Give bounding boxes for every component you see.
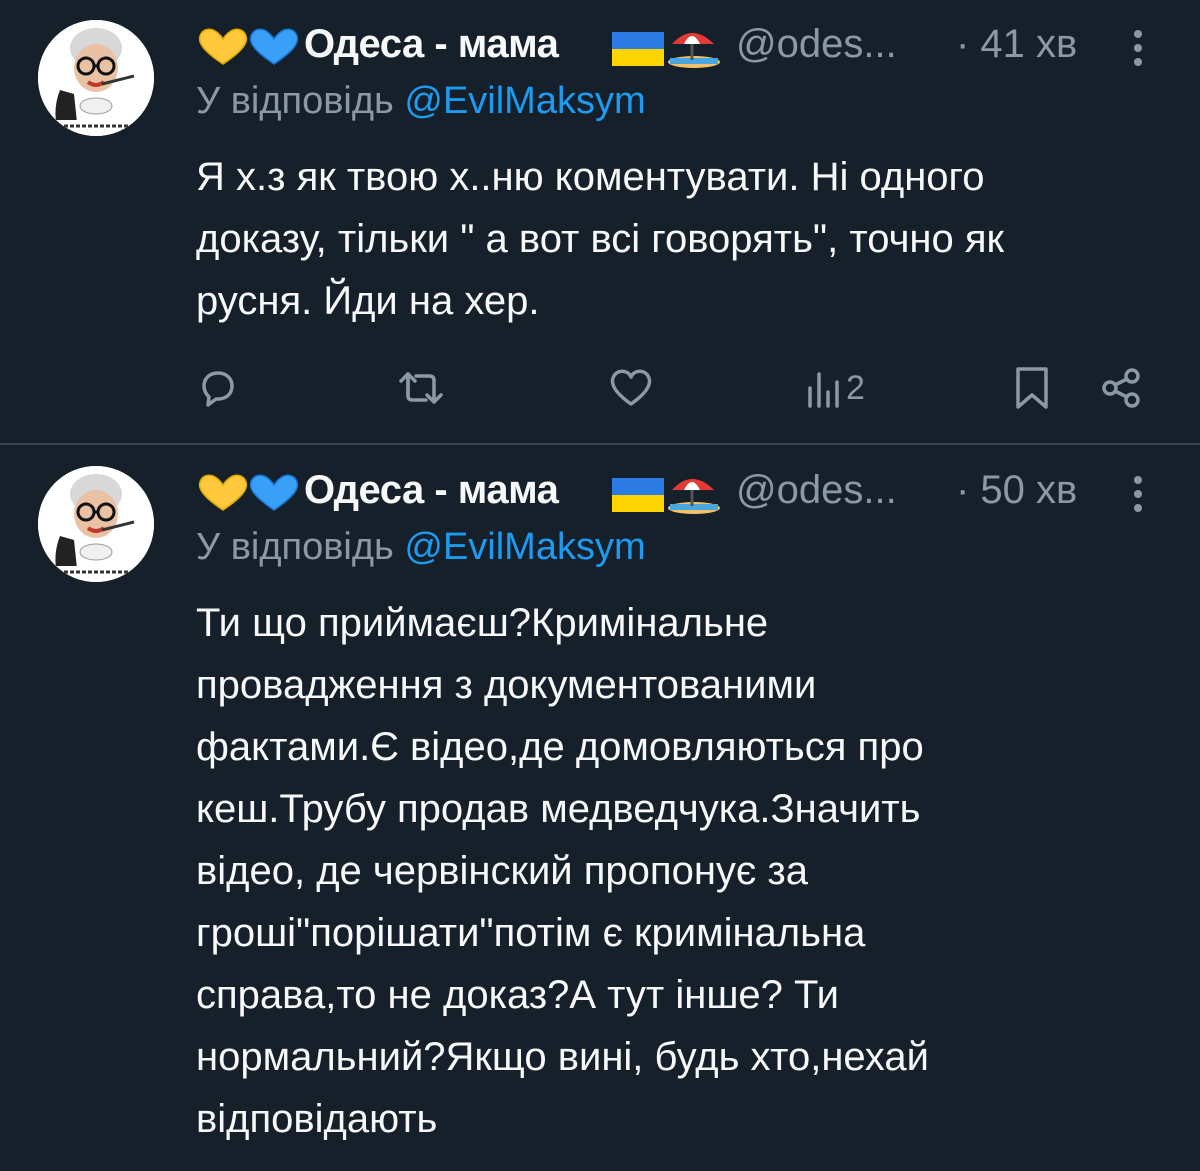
display-name[interactable]: Одеса - мама xyxy=(304,468,559,513)
yellow-heart-icon xyxy=(198,28,248,65)
blue-heart-icon xyxy=(249,28,299,65)
blue-heart-icon xyxy=(249,474,299,511)
tweet-header: Одеса - мама @odes... · 50 хв xyxy=(196,458,1142,522)
ukraine-flag-icon xyxy=(612,478,664,512)
reply-prefix: У відповідь xyxy=(196,80,405,122)
views-count: 2 xyxy=(846,368,865,407)
name-suffix-emoji xyxy=(612,478,720,514)
avatar[interactable] xyxy=(38,20,154,136)
tweet-divider xyxy=(0,443,1200,445)
reply-context: У відповідь @EvilMaksym xyxy=(196,80,646,123)
reply-mention-link[interactable]: @EvilMaksym xyxy=(404,526,645,568)
heart-icon xyxy=(610,369,652,406)
timestamp[interactable]: · 50 хв xyxy=(956,468,1077,513)
avatar[interactable] xyxy=(38,466,154,582)
reply-button[interactable] xyxy=(196,362,240,414)
hearts-emoji xyxy=(198,474,299,511)
name-suffix-emoji xyxy=(612,32,720,68)
avatar-lady-with-glasses-icon xyxy=(38,20,154,136)
tweet[interactable]: Одеса - мама @odes... · 41 хв У відповід… xyxy=(0,0,1200,444)
ukraine-flag-icon xyxy=(612,32,664,66)
yellow-heart-icon xyxy=(198,474,248,511)
views-button[interactable]: 2 xyxy=(806,362,865,414)
more-options-icon[interactable] xyxy=(1126,470,1150,518)
views-icon xyxy=(808,372,839,408)
bookmark-icon xyxy=(1016,367,1048,409)
display-name[interactable]: Одеса - мама xyxy=(304,22,559,67)
reply-mention-link[interactable]: @EvilMaksym xyxy=(404,80,645,122)
timestamp[interactable]: · 41 хв xyxy=(956,22,1077,67)
avatar-lady-with-glasses-icon xyxy=(38,466,154,582)
user-handle[interactable]: @odes... xyxy=(736,468,897,513)
reply-context: У відповідь @EvilMaksym xyxy=(196,526,646,569)
beach-umbrella-icon xyxy=(668,479,720,514)
bookmark-button[interactable] xyxy=(1014,362,1050,414)
tweet-header: Одеса - мама @odes... · 41 хв xyxy=(196,12,1142,76)
tweet-text: Ти що приймаєш?Кримінальне провадження з… xyxy=(196,601,929,1141)
share-icon xyxy=(1102,368,1140,408)
tweet-text: Я х.з як твою х..ню коментувати. Ні одно… xyxy=(196,155,1005,323)
hearts-emoji xyxy=(198,28,299,65)
tweet[interactable]: Одеса - мама @odes... · 50 хв У відповід… xyxy=(0,446,1200,1171)
reply-icon xyxy=(202,371,234,407)
beach-umbrella-icon xyxy=(668,33,720,68)
reply-prefix: У відповідь xyxy=(196,526,405,568)
user-handle[interactable]: @odes... xyxy=(736,22,897,67)
share-button[interactable] xyxy=(1100,362,1144,414)
like-button[interactable] xyxy=(608,362,654,414)
more-options-icon[interactable] xyxy=(1126,24,1150,72)
retweet-icon xyxy=(399,372,443,404)
retweet-button[interactable] xyxy=(396,362,446,414)
tweet-actions: 2 xyxy=(196,362,1156,414)
